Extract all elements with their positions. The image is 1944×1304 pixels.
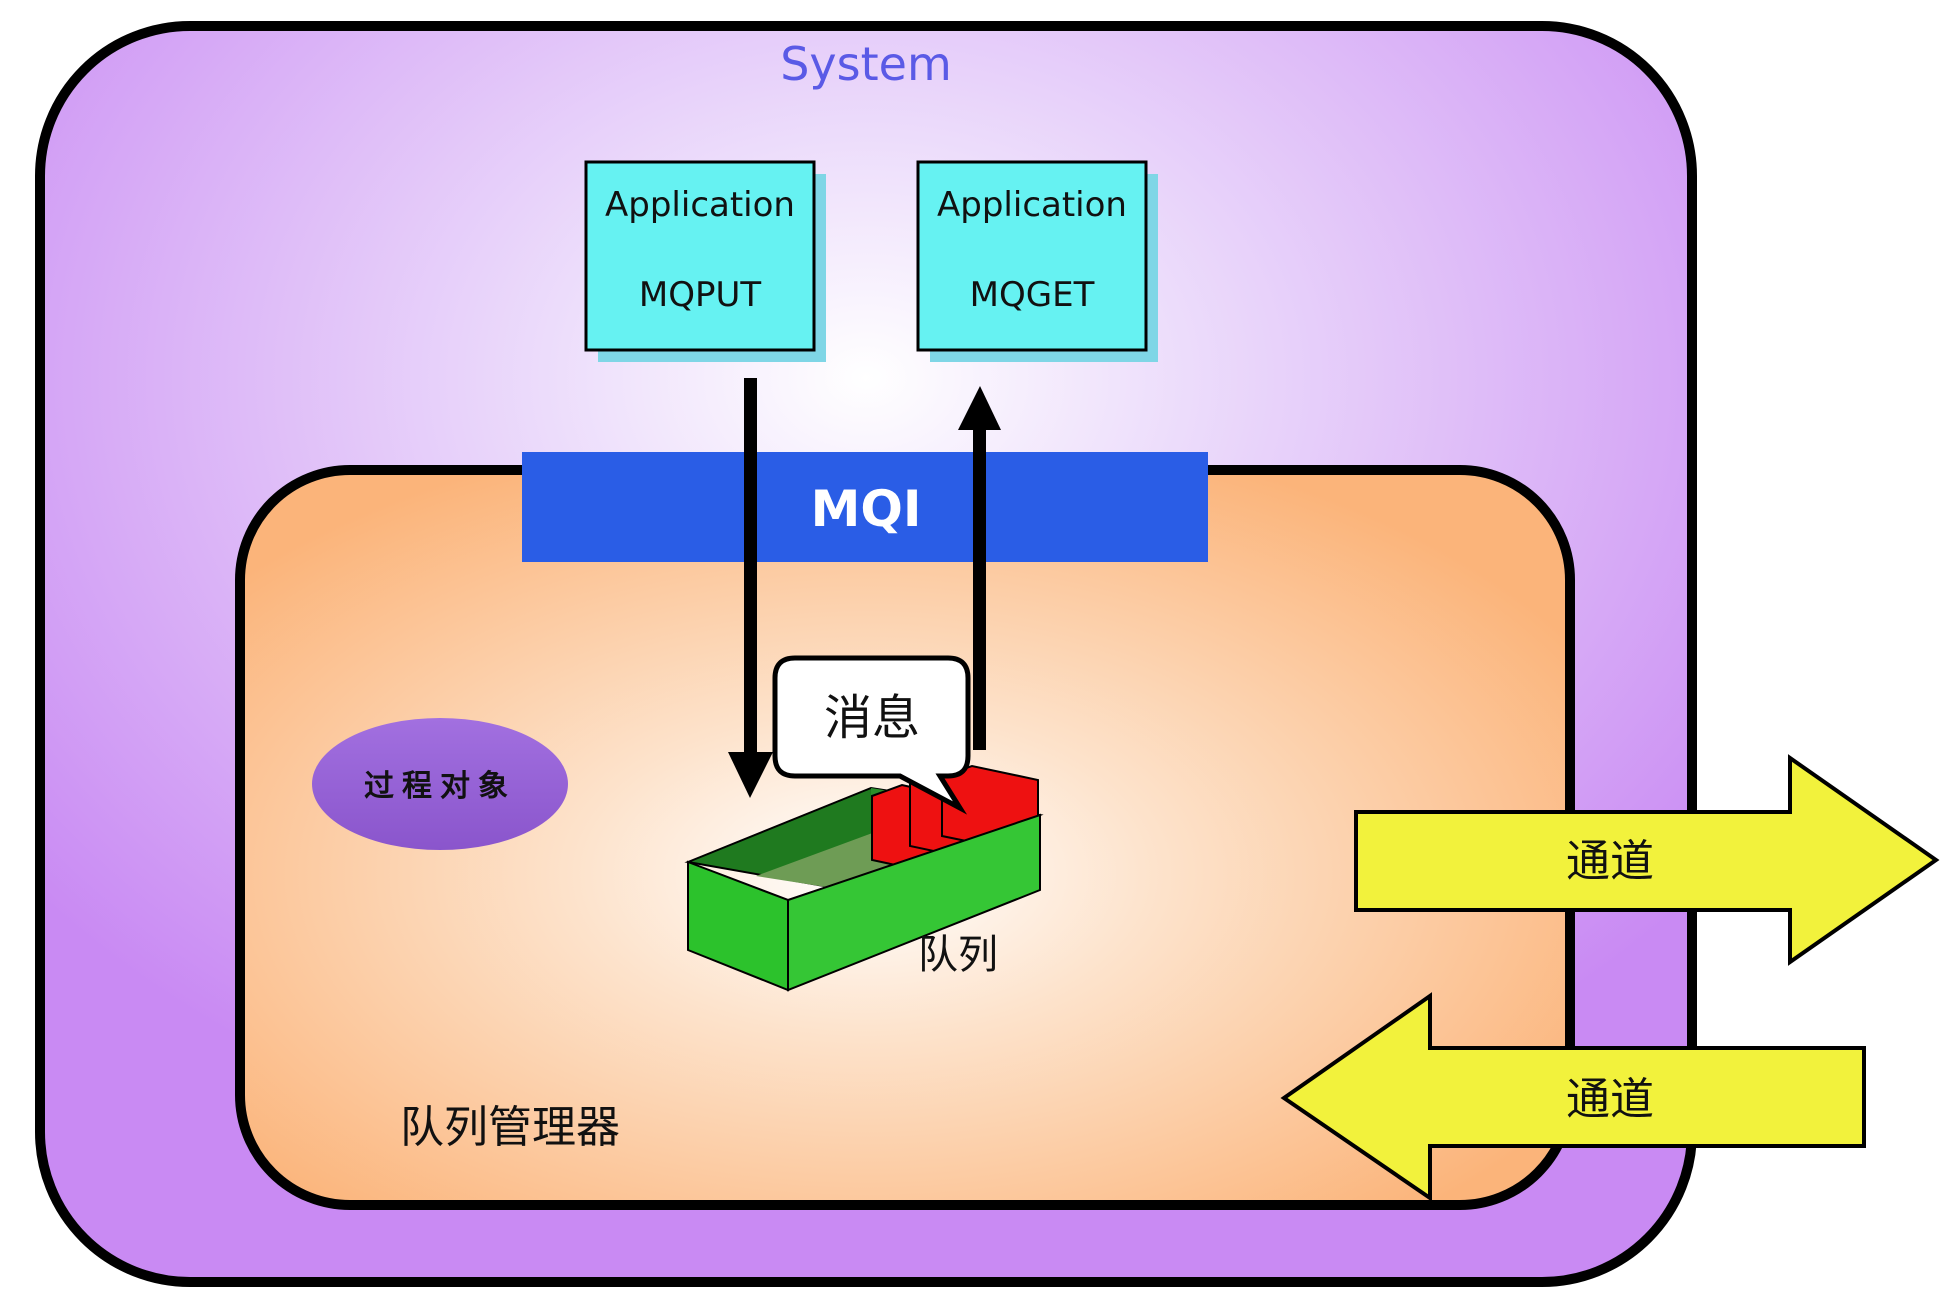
application-mqget-op: MQGET — [970, 275, 1095, 315]
message-label: 消息 — [824, 690, 920, 746]
queue-label: 队列 — [918, 932, 998, 978]
queue-manager-label: 队列管理器 — [400, 1102, 620, 1153]
application-mqput-box: Application MQPUT — [584, 160, 826, 362]
channel-inbound-label: 通道 — [1566, 1074, 1654, 1125]
mqi-label: MQI — [811, 480, 922, 538]
system-label: System — [780, 37, 952, 91]
diagram-canvas: System MQI Application MQPUT Application… — [35, 21, 1940, 1287]
channel-outbound-label: 通道 — [1566, 836, 1654, 887]
application-mqget-box: Application MQGET — [916, 160, 1158, 362]
application-mqput-title: Application — [605, 185, 795, 225]
mq-architecture-diagram: System MQI Application MQPUT Application… — [0, 0, 1944, 1304]
process-object-label: 过程对象 — [364, 769, 516, 804]
application-mqput-op: MQPUT — [639, 275, 761, 315]
application-mqget-title: Application — [937, 185, 1127, 225]
